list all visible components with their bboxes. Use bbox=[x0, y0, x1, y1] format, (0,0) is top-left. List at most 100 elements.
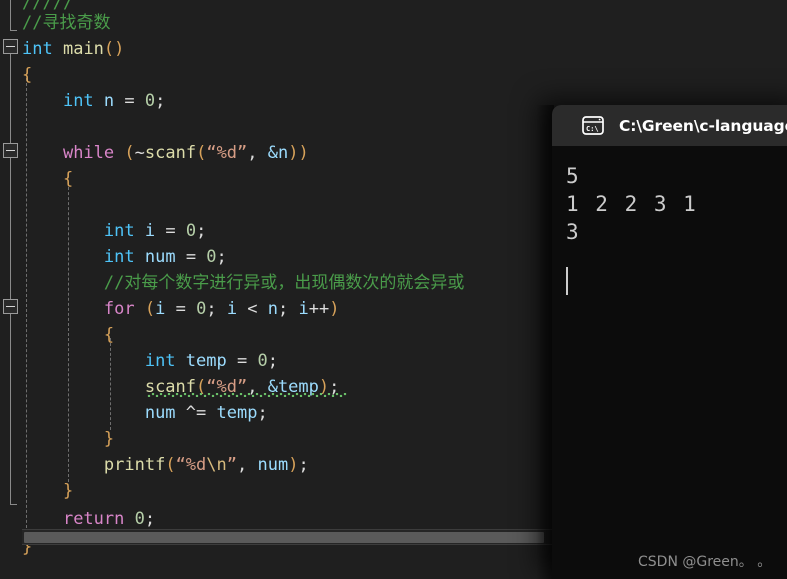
code-token: main bbox=[62, 39, 104, 59]
code-token: ( bbox=[196, 143, 207, 163]
code-token: int bbox=[22, 39, 53, 59]
code-line: { bbox=[22, 166, 73, 192]
code-token: = bbox=[226, 351, 258, 371]
code-line: { bbox=[22, 62, 32, 88]
code-token: num bbox=[257, 455, 289, 475]
code-token: ; bbox=[155, 91, 166, 111]
code-token: n bbox=[103, 91, 115, 111]
code-token: = bbox=[175, 247, 207, 267]
fold-collapse-button[interactable] bbox=[3, 299, 18, 314]
svg-text:C:\: C:\ bbox=[586, 125, 599, 133]
code-line: int num = 0; bbox=[22, 244, 227, 270]
code-token: i bbox=[298, 299, 309, 319]
watermark-text: CSDN @Green。 。 bbox=[638, 554, 772, 570]
code-token: &n bbox=[267, 143, 289, 163]
code-token: for bbox=[103, 299, 135, 319]
code-token: ” bbox=[226, 455, 238, 475]
code-token: 0 bbox=[257, 351, 268, 371]
outline-foot-comment bbox=[10, 30, 17, 31]
code-token: num bbox=[144, 247, 176, 267]
code-token: ; bbox=[298, 455, 309, 475]
code-token: { bbox=[22, 65, 33, 85]
code-token: 0 bbox=[144, 91, 156, 111]
horizontal-scrollbar-thumb[interactable] bbox=[24, 532, 544, 543]
console-output-lines: 5 1 2 2 3 1 3 bbox=[566, 162, 787, 246]
code-token: () bbox=[103, 39, 125, 59]
code-token: temp bbox=[185, 351, 227, 371]
console-cursor bbox=[566, 267, 568, 295]
code-token: } bbox=[62, 481, 74, 501]
outlining-margin[interactable] bbox=[0, 0, 22, 579]
code-line: } bbox=[22, 426, 114, 452]
outline-line-comment bbox=[10, 0, 11, 30]
code-token: ) bbox=[288, 455, 299, 475]
code-token: scanf bbox=[144, 143, 197, 163]
code-token: ( bbox=[124, 143, 135, 163]
code-token: ^= bbox=[175, 403, 217, 423]
code-token: temp bbox=[216, 403, 258, 423]
terminal-cmd-icon: C:\ bbox=[582, 116, 604, 135]
code-line: int i = 0; bbox=[22, 218, 206, 244]
code-token: while bbox=[62, 143, 115, 163]
code-line: int n = 0; bbox=[22, 88, 165, 114]
code-token: , bbox=[247, 143, 268, 163]
code-token: 0 bbox=[196, 299, 207, 319]
code-token: < bbox=[237, 299, 268, 319]
code-token: int bbox=[62, 91, 94, 111]
code-token: ( bbox=[165, 455, 176, 475]
code-token: , bbox=[237, 455, 258, 475]
code-line: num ^= temp; bbox=[22, 400, 268, 426]
console-output-line: 3 bbox=[566, 220, 581, 244]
console-title-text: C:\Green\c-language bbox=[619, 116, 787, 135]
fold-collapse-button[interactable] bbox=[3, 143, 18, 158]
code-token: 0 bbox=[206, 247, 217, 267]
code-line: printf(“%d\n”, num); bbox=[22, 452, 309, 478]
code-token: printf bbox=[103, 455, 166, 475]
code-token: = bbox=[165, 299, 197, 319]
error-squiggle bbox=[147, 393, 347, 397]
code-token: ; bbox=[267, 351, 278, 371]
code-token: ; bbox=[144, 509, 156, 529]
code-token: i bbox=[226, 299, 238, 319]
code-token: ) bbox=[329, 299, 340, 319]
code-token: ; bbox=[206, 299, 227, 319]
code-token: )) bbox=[288, 143, 309, 163]
code-token: 0 bbox=[185, 221, 197, 241]
code-token: ; bbox=[278, 299, 299, 319]
console-output-line: 1 2 2 3 1 bbox=[566, 192, 698, 216]
code-token: \n bbox=[206, 455, 227, 475]
code-token: //对每个数字进行异或，出现偶数次的就会异或 bbox=[103, 273, 465, 293]
console-window[interactable]: C:\ C:\Green\c-language 5 1 2 2 3 1 3 bbox=[552, 105, 787, 579]
code-token: “%d bbox=[175, 455, 207, 475]
code-token: int bbox=[103, 221, 135, 241]
code-token: n bbox=[267, 299, 279, 319]
code-token: } bbox=[103, 429, 115, 449]
code-line: //寻找奇数 bbox=[22, 10, 110, 36]
fold-collapse-button[interactable] bbox=[3, 39, 18, 54]
code-line: for (i = 0; i < n; i++) bbox=[22, 296, 340, 322]
code-token: ; bbox=[196, 221, 207, 241]
console-titlebar[interactable]: C:\ C:\Green\c-language bbox=[552, 105, 787, 146]
code-token: ~ bbox=[134, 143, 145, 163]
console-output-line: 5 bbox=[566, 164, 581, 188]
code-token: i bbox=[155, 299, 166, 319]
console-output-area[interactable]: 5 1 2 2 3 1 3 bbox=[552, 146, 787, 579]
